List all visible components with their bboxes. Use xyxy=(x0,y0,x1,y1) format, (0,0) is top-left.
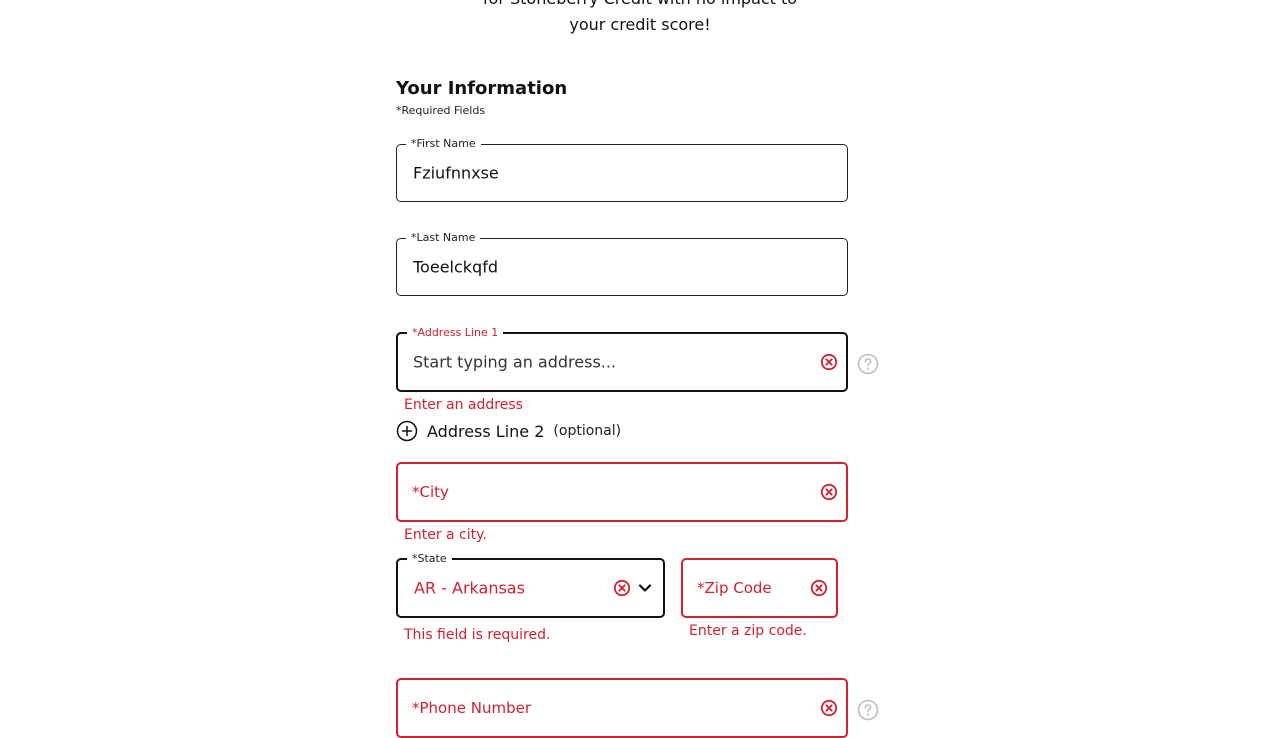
plus-circle-icon xyxy=(396,420,418,442)
intro-line-2: your credit score! xyxy=(569,15,711,34)
first-name-value[interactable]: Fziufnnxse xyxy=(413,164,499,183)
last-name-label: *Last Name xyxy=(406,231,481,245)
zip-code-error: Enter a zip code. xyxy=(689,623,807,639)
add-address-line-2-button[interactable]: Address Line 2 (optional) xyxy=(396,420,621,442)
question-circle-icon[interactable] xyxy=(857,699,879,721)
zip-code-placeholder: *Zip Code xyxy=(697,579,772,597)
address-line-1-field[interactable]: *Address Line 1 xyxy=(396,326,848,392)
question-circle-icon[interactable] xyxy=(857,353,879,375)
first-name-field[interactable]: *First Name Fziufnnxse xyxy=(396,137,848,202)
state-label: *State xyxy=(407,552,452,566)
clear-circle-x-icon[interactable] xyxy=(820,353,838,371)
first-name-label: *First Name xyxy=(406,137,481,151)
state-select[interactable]: *State AR - Arkansas xyxy=(396,552,665,618)
required-fields-note: *Required Fields xyxy=(396,104,486,117)
state-error: This field is required. xyxy=(404,627,551,643)
clear-circle-x-icon[interactable] xyxy=(810,579,828,597)
clear-circle-x-icon[interactable] xyxy=(613,579,631,597)
address-line-1-input[interactable] xyxy=(413,352,803,372)
last-name-value[interactable]: Toeelckqfd xyxy=(413,258,498,277)
section-title: Your Information xyxy=(396,78,568,99)
address-line-2-optional: (optional) xyxy=(553,423,622,439)
clear-circle-x-icon[interactable] xyxy=(820,483,838,501)
phone-number-field[interactable]: *Phone Number xyxy=(396,678,848,738)
last-name-field[interactable]: *Last Name Toeelckqfd xyxy=(396,231,848,296)
clear-circle-x-icon[interactable] xyxy=(820,699,838,717)
zip-code-field[interactable]: *Zip Code xyxy=(681,558,838,618)
address-line-1-label: *Address Line 1 xyxy=(407,326,504,340)
city-field[interactable]: *City xyxy=(396,462,848,522)
city-error: Enter a city. xyxy=(404,527,487,543)
phone-number-placeholder: *Phone Number xyxy=(412,699,531,717)
state-value[interactable]: AR - Arkansas xyxy=(414,579,525,598)
city-placeholder: *City xyxy=(412,483,449,501)
intro-line-1: for Stoneberry Credit with no impact to xyxy=(440,0,840,12)
intro-text: for Stoneberry Credit with no impact to … xyxy=(440,0,840,38)
address-line-2-label: Address Line 2 xyxy=(427,421,545,441)
chevron-down-icon[interactable] xyxy=(637,580,653,596)
address-line-1-error: Enter an address xyxy=(404,397,523,413)
